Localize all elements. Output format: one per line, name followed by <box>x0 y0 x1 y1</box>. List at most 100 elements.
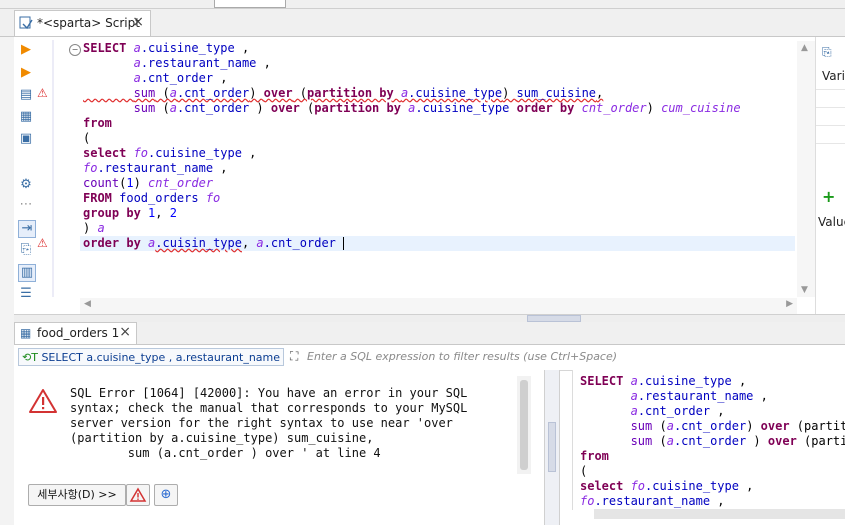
code-token: .cnt_order <box>140 71 214 85</box>
editor-horizontal-scrollbar[interactable]: ◀ ▶ <box>80 298 797 314</box>
code-token: fo <box>630 479 646 493</box>
splitter-grip[interactable] <box>527 315 581 322</box>
code-token: over <box>270 101 300 115</box>
error-panel: SQL Error [1064] [42000]: You have an er… <box>14 370 544 525</box>
code-token: ) <box>746 419 761 433</box>
code-line: group by 1, 2 <box>83 206 177 221</box>
code-token: .cnt_order <box>263 236 336 250</box>
error-scrollbar[interactable] <box>517 376 531 474</box>
code-token: sum <box>133 101 156 115</box>
code-token: .cuisine_type <box>148 146 242 160</box>
code-token: ( <box>292 86 308 100</box>
code-token: , <box>241 146 257 160</box>
text-cursor <box>343 237 345 250</box>
code-token: , <box>710 404 725 418</box>
code-line: ( <box>83 131 90 146</box>
code-line: select fo.cuisine_type , <box>83 146 256 161</box>
code-token: .cuisine_type <box>637 374 732 388</box>
vertical-splitter[interactable] <box>544 370 560 525</box>
code-token: a <box>97 221 105 235</box>
warning-icon <box>129 487 147 502</box>
tab-script[interactable]: *<sparta> Script × <box>14 10 151 36</box>
warning-file-icon[interactable]: ⎘ <box>18 242 34 258</box>
explain-plan-icon[interactable]: ▦ <box>18 109 34 125</box>
warning-icon[interactable]: ⚠ <box>37 86 48 100</box>
splitter-grip[interactable] <box>548 422 556 472</box>
error-message: SQL Error [1064] [42000]: You have an er… <box>70 386 468 460</box>
code-token: .cnt_order <box>176 101 250 115</box>
code-token: FROM <box>83 191 120 205</box>
export-icon[interactable]: ⇥ <box>18 220 36 238</box>
code-line: from <box>580 449 609 464</box>
warning-icon[interactable]: ⚠ <box>37 236 48 250</box>
outline-icon[interactable]: ☰ <box>18 286 34 302</box>
code-line: sum (a.cnt_order) over (partition by a.c… <box>83 86 604 101</box>
code-token: ) <box>249 86 264 100</box>
code-token: .cnt_order <box>673 434 747 448</box>
code-line: a.cnt_order , <box>83 71 228 86</box>
code-token: 1 <box>126 176 134 190</box>
code-token: ( <box>580 464 588 478</box>
code-line: sum (a.cnt_order ) over (partition by a.… <box>83 101 741 116</box>
result-icon[interactable]: ▥ <box>18 264 36 282</box>
code-token: .cuisine_type <box>645 479 739 493</box>
expand-icon[interactable]: ⛶ <box>290 349 298 364</box>
code-token: .cuisine_type <box>140 41 235 55</box>
code-token: .cnt_order <box>673 419 747 433</box>
code-token: a <box>256 236 264 250</box>
scroll-left-icon[interactable]: ◀ <box>84 299 91 309</box>
code-token: cnt_order <box>148 176 214 190</box>
code-token: from <box>83 116 112 130</box>
more-icon[interactable]: ⋯ <box>18 197 34 213</box>
code-token: partition by <box>307 86 401 100</box>
warning-button[interactable] <box>126 484 150 506</box>
console-icon[interactable]: ▣ <box>18 131 34 147</box>
details-button[interactable]: 세부사항(D) >> <box>28 484 126 506</box>
tab-food-orders[interactable]: ▦ food_orders 1 × <box>14 322 137 344</box>
code-token: partition by <box>314 101 409 115</box>
sql-editor[interactable]: SELECT a.cuisine_type , a.restaurant_nam… <box>80 41 795 298</box>
code-token: ) <box>746 434 768 448</box>
code-token: order by <box>516 101 582 115</box>
execute-new-tab-icon[interactable]: ▶ <box>18 65 34 81</box>
code-token: from <box>580 449 609 463</box>
gear-icon[interactable]: ⚙ <box>18 177 34 193</box>
divider <box>816 89 845 90</box>
divider <box>816 125 845 126</box>
code-token: count <box>83 176 120 190</box>
code-token: , <box>213 71 228 85</box>
execute-icon[interactable]: ▶ <box>18 42 34 58</box>
code-line: a.restaurant_name , <box>83 56 271 71</box>
close-icon[interactable]: × <box>119 324 131 340</box>
code-line: ) a <box>83 221 105 236</box>
tab-food-orders-label: food_orders 1 <box>37 326 120 340</box>
filter-input[interactable]: Enter a SQL expression to filter results… <box>307 350 617 363</box>
code-token: ( <box>155 86 170 100</box>
code-token: over <box>263 86 293 100</box>
execute-script-icon[interactable]: ▤ <box>18 87 34 103</box>
toolbar-combo[interactable] <box>214 0 286 8</box>
help-button[interactable]: ⊕ <box>154 484 178 506</box>
code-token: over <box>760 419 790 433</box>
crosshair-icon: ⊕ <box>160 487 172 502</box>
query-text-field[interactable]: ⟲T SELECT a.cuisine_type , a.restaurant_… <box>18 348 284 366</box>
scroll-up-icon[interactable]: ▲ <box>801 43 808 53</box>
scroll-thumb[interactable] <box>520 380 528 470</box>
close-icon[interactable]: × <box>132 14 144 30</box>
add-variable-icon[interactable]: + <box>822 187 835 206</box>
code-line: SELECT a.cuisine_type , <box>83 41 249 56</box>
preview-horizontal-scrollbar[interactable] <box>594 509 845 519</box>
code-token: .cnt_order <box>176 86 250 100</box>
code-token: .restaurant_name <box>637 389 754 403</box>
code-token: select <box>580 479 631 493</box>
code-token: a <box>630 389 638 403</box>
code-token: (partit <box>804 434 845 448</box>
code-token: .cuisine_type <box>408 86 503 100</box>
scroll-right-icon[interactable]: ▶ <box>786 299 793 309</box>
scroll-down-icon[interactable]: ▼ <box>801 285 808 295</box>
editor-vertical-scrollbar[interactable]: ▲ ▼ <box>797 41 815 297</box>
code-token: , <box>753 389 768 403</box>
